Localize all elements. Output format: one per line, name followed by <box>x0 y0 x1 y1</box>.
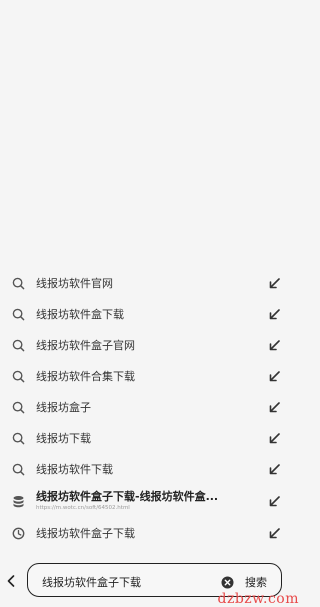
suggestion-item-history[interactable]: 线报坊软件盒子下载 <box>0 518 301 549</box>
fill-query-arrow-icon[interactable] <box>267 339 281 353</box>
suggestion-item[interactable]: 线报坊软件盒子官网 <box>0 330 301 361</box>
suggestion-url: https://m.wotc.cn/soft/64502.html <box>36 505 130 511</box>
suggestion-label: 线报坊软件盒下载 <box>36 307 124 321</box>
search-button[interactable]: 搜索 <box>245 574 267 590</box>
fill-query-arrow-icon[interactable] <box>267 370 281 384</box>
search-icon <box>11 277 25 291</box>
fill-query-arrow-icon[interactable] <box>267 527 281 541</box>
back-chevron-icon[interactable] <box>3 571 19 591</box>
suggestion-item[interactable]: 线报坊软件下载 <box>0 454 301 485</box>
suggestion-label: 线报坊下载 <box>36 431 91 445</box>
watermark-text: dzbzw.com <box>217 591 299 607</box>
search-icon <box>11 401 25 415</box>
fill-query-arrow-icon[interactable] <box>267 277 281 291</box>
suggestion-label: 线报坊软件盒子官网 <box>36 338 135 352</box>
suggestion-label: 线报坊软件下载 <box>36 462 113 476</box>
search-icon <box>11 432 25 446</box>
suggestion-label: 线报坊软件合集下载 <box>36 369 135 383</box>
fill-query-arrow-icon[interactable] <box>267 495 281 509</box>
history-icon <box>11 527 25 541</box>
search-icon <box>11 463 25 477</box>
search-icon <box>11 339 25 353</box>
suggestion-label: 线报坊软件官网 <box>36 276 113 290</box>
suggestion-item-website[interactable]: 线报坊软件盒子下载-线报坊软件盒... https://m.wotc.cn/so… <box>0 485 301 518</box>
suggestion-label: 线报坊软件盒子下载 <box>36 526 135 540</box>
search-query-text: 线报坊软件盒子下载 <box>42 576 141 589</box>
suggestion-label: 线报坊盒子 <box>36 400 91 414</box>
suggestion-item[interactable]: 线报坊盒子 <box>0 392 301 423</box>
fill-query-arrow-icon[interactable] <box>267 401 281 415</box>
suggestion-item[interactable]: 线报坊软件盒下载 <box>0 299 301 330</box>
suggestion-label: 线报坊软件盒子下载-线报坊软件盒... <box>36 490 219 503</box>
fill-query-arrow-icon[interactable] <box>267 308 281 322</box>
suggestion-list: 线报坊软件官网 线报坊软件盒下载 线报坊软件盒子官网 线报坊软件合集下载 线报坊… <box>0 268 301 549</box>
suggestion-item[interactable]: 线报坊软件官网 <box>0 268 301 299</box>
browser-search-screen: 线报坊软件官网 线报坊软件盒下载 线报坊软件盒子官网 线报坊软件合集下载 线报坊… <box>0 0 301 607</box>
search-icon <box>11 308 25 322</box>
fill-query-arrow-icon[interactable] <box>267 463 281 477</box>
suggestion-item[interactable]: 线报坊软件合集下载 <box>0 361 301 392</box>
search-icon <box>11 370 25 384</box>
suggestion-item[interactable]: 线报坊下载 <box>0 423 301 454</box>
database-icon <box>11 495 25 509</box>
fill-query-arrow-icon[interactable] <box>267 432 281 446</box>
clear-icon[interactable] <box>221 574 234 589</box>
